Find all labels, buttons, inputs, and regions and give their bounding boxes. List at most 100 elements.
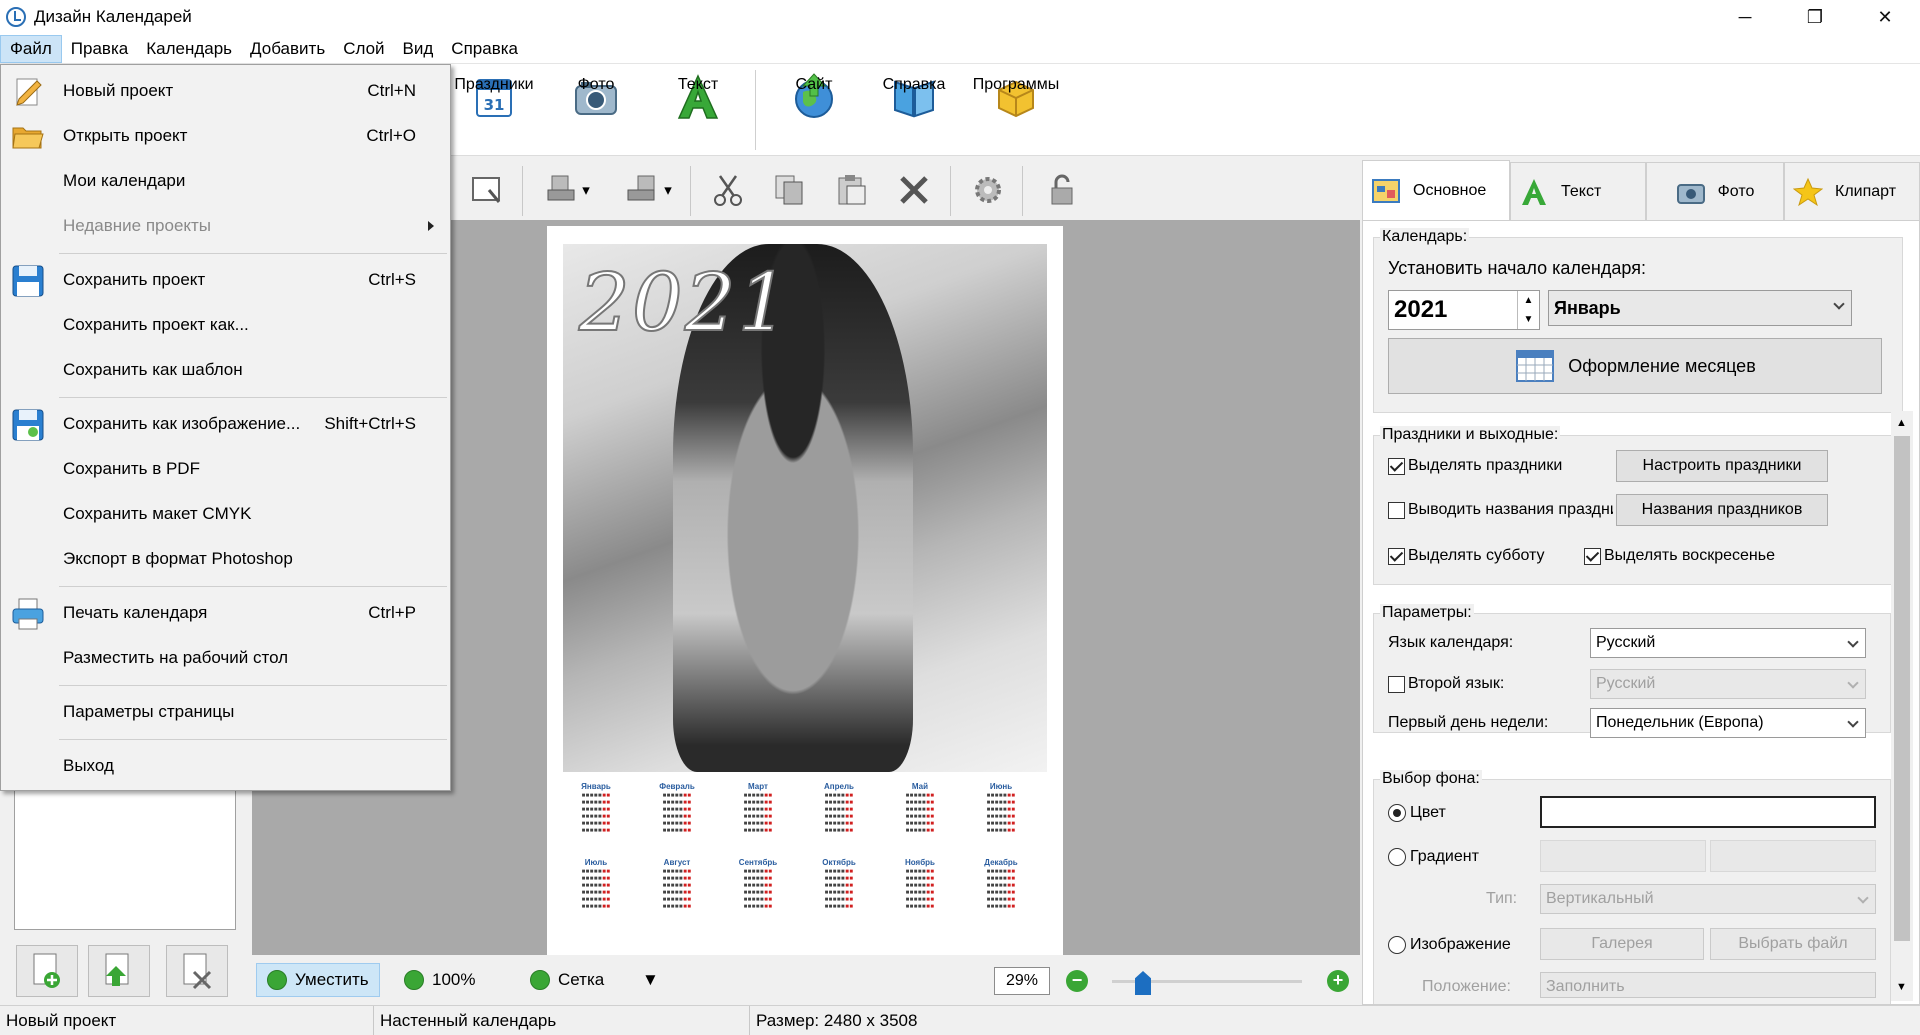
copy-icon[interactable] [768,168,812,212]
paste-icon[interactable] [830,168,874,212]
calendar-year-text[interactable]: 2021 [578,255,791,350]
image-position-select[interactable]: Заполнить [1540,972,1876,998]
chevron-down-icon[interactable]: ▾ [576,168,596,212]
scroll-up-icon[interactable]: ▲ [1896,417,1907,429]
setup-holidays-button[interactable]: Настроить праздники [1616,450,1828,482]
site-button[interactable]: Сайт [766,70,862,154]
help-button[interactable]: Справка [866,70,962,154]
menu-calendar[interactable]: Календарь [137,35,241,63]
month-mini-calendar[interactable]: Июль ■■■■■■■ ■■■■■■■ ■■■■■■■ ■■■■■■■ ■■■■■■■ ■… [561,858,631,922]
month-mini-calendar[interactable]: Декабрь ■■■■■■■ ■■■■■■■ ■■■■■■■ ■■■■■■■ ■■■■■… [966,858,1036,922]
menu-print-calendar[interactable]: Печать календаря Ctrl+P [1,591,450,635]
tab-text[interactable]: Текст [1510,162,1646,220]
month-mini-calendar[interactable]: Ноябрь ■■■■■■■ ■■■■■■■ ■■■■■■■ ■■■■■■■ ■■■■■■… [885,858,955,922]
menu-edit[interactable]: Правка [62,35,137,63]
cut-icon[interactable] [706,168,750,212]
menu-exit[interactable]: Выход [1,744,450,788]
menu-export-photoshop[interactable]: Экспорт в формат Photoshop [1,537,450,581]
calendar-page[interactable]: 2021 Январь ■■■■■■■ ■■■■■■■ ■■■■■■■ ■■■■■■■ ■… [547,226,1063,955]
maximize-button[interactable]: ❐ [1780,0,1850,34]
chevron-down-icon[interactable]: ▾ [658,168,678,212]
scroll-thumb[interactable] [1894,436,1910,941]
menu-save-project[interactable]: Сохранить проект Ctrl+S [1,258,450,302]
menu-recent-projects[interactable]: Недавние проекты [1,204,450,248]
spinner-arrows-icon[interactable]: ▲ ▼ [1517,291,1539,329]
menu-view[interactable]: Вид [394,35,443,63]
menu-file[interactable]: Файл [0,34,62,63]
frame-icon[interactable] [465,168,509,212]
menu-place-on-desktop[interactable]: Разместить на рабочий стол [1,636,450,680]
menu-open-project[interactable]: Открыть проект Ctrl+O [1,114,450,158]
tab-photo[interactable]: Фото [1646,162,1784,220]
tab-clipart[interactable]: Клипарт [1784,162,1920,220]
calendar-language-select[interactable]: Русский [1590,628,1866,658]
start-month-select[interactable]: Январь [1548,290,1852,326]
holiday-names-button[interactable]: Названия праздников [1616,494,1828,526]
month-design-button[interactable]: Оформление месяцев [1388,338,1882,394]
highlight-sunday-checkbox[interactable] [1584,548,1601,565]
pages-list[interactable] [14,790,236,930]
month-mini-calendar[interactable]: Февраль ■■■■■■■ ■■■■■■■ ■■■■■■■ ■■■■■■■ ■■■■■… [642,782,712,846]
gallery-button[interactable]: Галерея [1540,928,1704,960]
zoom-out-icon[interactable]: − [1066,970,1088,992]
first-weekday-select[interactable]: Понедельник (Европа) [1590,708,1866,738]
unlock-icon[interactable] [1040,168,1084,212]
zoom-value[interactable]: 29% [994,967,1050,995]
month-mini-calendar[interactable]: Август ■■■■■■■ ■■■■■■■ ■■■■■■■ ■■■■■■■ ■■■■■■… [642,858,712,922]
month-mini-calendar[interactable]: Март ■■■■■■■ ■■■■■■■ ■■■■■■■ ■■■■■■■ ■■■■■■■ ■… [723,782,793,846]
menu-layer[interactable]: Слой [334,35,393,63]
month-mini-calendar[interactable]: Апрель ■■■■■■■ ■■■■■■■ ■■■■■■■ ■■■■■■■ ■■■■■■… [804,782,874,846]
grid-dropdown-chevron-down-icon[interactable]: ▼ [632,963,669,997]
holidays-button[interactable]: 31 Праздники [446,70,542,154]
menu-help[interactable]: Справка [442,35,527,63]
text-button[interactable]: Текст [650,70,746,154]
programs-button[interactable]: Программы [968,70,1064,154]
add-page-button[interactable] [16,945,78,997]
menu-save-as-image[interactable]: Сохранить как изображение... Shift+Ctrl+… [1,402,450,446]
menu-add[interactable]: Добавить [241,35,334,63]
gradient-color-2-swatch[interactable] [1710,840,1876,872]
menu-save-cmyk[interactable]: Сохранить макет CMYK [1,492,450,536]
photo-button[interactable]: Фото [548,70,644,154]
menu-save-as-template[interactable]: Сохранить как шаблон [1,348,450,392]
settings-gear-icon[interactable] [966,168,1010,212]
calendar-group-title: Календарь: [1380,228,1470,246]
menu-save-project-as[interactable]: Сохранить проект как... [1,303,450,347]
highlight-saturday-checkbox[interactable] [1388,548,1405,565]
menu-save-pdf[interactable]: Сохранить в PDF [1,447,450,491]
delete-page-button[interactable] [166,945,228,997]
menu-my-calendars[interactable]: Мои календари [1,159,450,203]
choose-file-button[interactable]: Выбрать файл [1710,928,1876,960]
gradient-type-select[interactable]: Вертикальный [1540,884,1876,914]
menu-page-setup[interactable]: Параметры страницы [1,690,450,734]
close-button[interactable]: ✕ [1850,0,1920,34]
year-spinner[interactable]: 2021 ▲ ▼ [1388,290,1540,330]
delete-icon[interactable] [892,168,936,212]
panel-scrollbar[interactable]: ▲ ▼ [1891,411,1913,1001]
background-color-swatch[interactable] [1540,796,1876,828]
import-page-button[interactable] [88,945,150,997]
zoom-slider-thumb[interactable] [1135,971,1151,995]
tab-main[interactable]: Основное [1362,160,1510,220]
month-mini-calendar[interactable]: Сентябрь ■■■■■■■ ■■■■■■■ ■■■■■■■ ■■■■■■■ ■■■■… [723,858,793,922]
zoom-100-button[interactable]: 100% [394,963,485,997]
grid-button[interactable]: Сетка [520,963,614,997]
background-image-radio[interactable] [1388,936,1406,954]
show-holiday-names-checkbox[interactable] [1388,502,1405,519]
month-mini-calendar[interactable]: Июнь ■■■■■■■ ■■■■■■■ ■■■■■■■ ■■■■■■■ ■■■■■■■ ■… [966,782,1036,846]
second-language-select[interactable]: Русский [1590,669,1866,699]
zoom-in-icon[interactable]: + [1327,970,1349,992]
month-mini-calendar[interactable]: Май ■■■■■■■ ■■■■■■■ ■■■■■■■ ■■■■■■■ ■■■■■■■ ■■… [885,782,955,846]
background-color-radio[interactable] [1388,804,1406,822]
background-gradient-radio[interactable] [1388,848,1406,866]
menu-new-project[interactable]: Новый проект Ctrl+N [1,69,450,113]
second-language-checkbox[interactable] [1388,676,1405,693]
gradient-color-1-swatch[interactable] [1540,840,1706,872]
scroll-down-icon[interactable]: ▼ [1896,981,1907,993]
fit-button[interactable]: Уместить [256,963,380,997]
minimize-button[interactable]: ─ [1710,0,1780,34]
highlight-holidays-checkbox[interactable] [1388,458,1405,475]
month-mini-calendar[interactable]: Январь ■■■■■■■ ■■■■■■■ ■■■■■■■ ■■■■■■■ ■■■■■■… [561,782,631,846]
month-mini-calendar[interactable]: Октябрь ■■■■■■■ ■■■■■■■ ■■■■■■■ ■■■■■■■ ■■■■■… [804,858,874,922]
calendar-photo[interactable]: 2021 [563,244,1047,772]
